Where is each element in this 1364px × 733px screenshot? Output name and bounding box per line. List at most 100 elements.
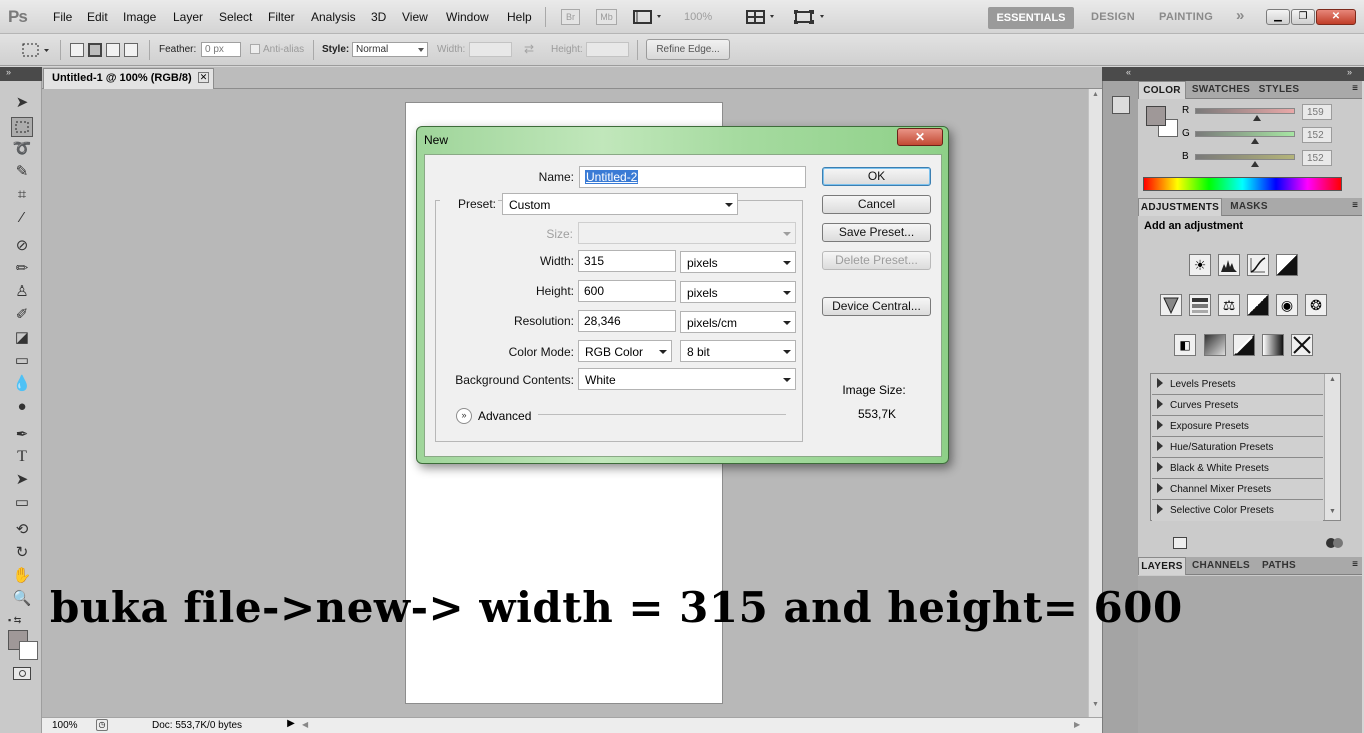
- foreground-color-chip[interactable]: [1146, 106, 1166, 126]
- channel-mixer-icon[interactable]: ❂: [1305, 294, 1327, 316]
- height-input[interactable]: 600: [578, 280, 676, 302]
- curves-icon[interactable]: [1247, 254, 1269, 276]
- size-select[interactable]: [578, 222, 796, 244]
- clone-stamp-tool-icon[interactable]: ♙: [11, 282, 33, 302]
- channel-b-value[interactable]: 152: [1302, 150, 1332, 166]
- photo-filter-icon[interactable]: ◉: [1276, 294, 1298, 316]
- background-contents-select[interactable]: White: [578, 368, 796, 390]
- width-unit-select[interactable]: pixels: [680, 251, 796, 273]
- name-input[interactable]: Untitled-2: [579, 166, 806, 188]
- history-panel-icon[interactable]: [1112, 96, 1130, 114]
- scroll-down-icon[interactable]: ▼: [1092, 701, 1099, 708]
- rectangle-tool-icon[interactable]: ▭: [11, 493, 33, 513]
- tab-styles[interactable]: STYLES: [1256, 81, 1302, 99]
- pen-tool-icon[interactable]: ✒: [11, 425, 33, 445]
- crop-tool-icon[interactable]: ⌗: [11, 185, 33, 205]
- tab-color[interactable]: COLOR: [1138, 81, 1186, 99]
- channel-g-slider[interactable]: [1195, 131, 1295, 137]
- collapse-icon[interactable]: »: [1347, 67, 1352, 77]
- posterize-icon[interactable]: [1204, 334, 1226, 356]
- panel-menu-icon[interactable]: ≡: [1352, 83, 1358, 94]
- color-spectrum-ramp[interactable]: [1143, 177, 1342, 191]
- screen-mode-dropdown[interactable]: [794, 10, 828, 24]
- blur-tool-icon[interactable]: 💧: [11, 374, 33, 394]
- collapse-icon[interactable]: »: [6, 67, 11, 77]
- eyedropper-tool-icon[interactable]: ⁄: [11, 208, 33, 228]
- menu-layer[interactable]: Layer: [173, 10, 203, 24]
- path-selection-tool-icon[interactable]: ➤: [11, 470, 33, 490]
- bridge-button[interactable]: Br: [561, 9, 580, 25]
- preset-curves[interactable]: Curves Presets: [1152, 395, 1323, 416]
- scroll-down-icon[interactable]: ▼: [1329, 508, 1336, 515]
- invert-icon[interactable]: ◧: [1174, 334, 1196, 356]
- lasso-tool-icon[interactable]: ➰: [11, 139, 33, 159]
- channel-r-thumb[interactable]: [1253, 115, 1261, 121]
- scroll-right-icon[interactable]: ▶: [1074, 720, 1080, 729]
- minimize-button[interactable]: ▁: [1266, 9, 1290, 25]
- menu-view[interactable]: View: [402, 10, 428, 24]
- advanced-label[interactable]: Advanced: [478, 409, 531, 423]
- menu-3d[interactable]: 3D: [371, 10, 386, 24]
- width-input[interactable]: 315: [578, 250, 676, 272]
- default-colors-icon[interactable]: ▪ ⇆: [8, 615, 34, 627]
- menu-help[interactable]: Help: [507, 10, 532, 24]
- swap-dimensions-icon[interactable]: ⇄: [524, 42, 534, 56]
- 3d-orbit-tool-icon[interactable]: ↻: [11, 543, 33, 563]
- gradient-map-icon[interactable]: [1262, 334, 1284, 356]
- save-preset-button[interactable]: Save Preset...: [822, 223, 931, 242]
- color-mode-select[interactable]: RGB Color: [578, 340, 672, 362]
- dodge-tool-icon[interactable]: ●: [11, 397, 33, 417]
- advanced-toggle-icon[interactable]: »: [456, 408, 472, 424]
- workspace-more-chevron[interactable]: »: [1236, 7, 1245, 24]
- expand-icon[interactable]: «: [1126, 67, 1131, 77]
- exposure-icon[interactable]: [1276, 254, 1298, 276]
- intersect-selection-icon[interactable]: [124, 43, 138, 57]
- ok-button[interactable]: OK: [822, 167, 931, 186]
- preset-select[interactable]: Custom: [502, 193, 738, 215]
- vibrance-icon[interactable]: [1160, 294, 1182, 316]
- quick-selection-tool-icon[interactable]: ✎: [11, 162, 33, 182]
- menu-image[interactable]: Image: [123, 10, 156, 24]
- zoom-tool-icon[interactable]: 🔍: [11, 589, 33, 609]
- tab-layers[interactable]: LAYERS: [1138, 557, 1186, 575]
- feather-input[interactable]: 0 px: [201, 42, 241, 57]
- preset-hue-saturation[interactable]: Hue/Saturation Presets: [1152, 437, 1323, 458]
- panel-menu-icon[interactable]: ≡: [1352, 200, 1358, 211]
- preset-levels[interactable]: Levels Presets: [1152, 374, 1323, 395]
- tab-channels[interactable]: CHANNELS: [1188, 557, 1254, 575]
- workspace-painting[interactable]: PAINTING: [1159, 11, 1213, 23]
- scroll-left-icon[interactable]: ◀: [302, 720, 308, 729]
- restore-button[interactable]: ❐: [1291, 9, 1315, 25]
- workspace-essentials[interactable]: ESSENTIALS: [988, 7, 1074, 29]
- menu-file[interactable]: File: [53, 10, 72, 24]
- 3d-rotate-tool-icon[interactable]: ⟲: [11, 520, 33, 540]
- scroll-up-icon[interactable]: ▲: [1329, 376, 1336, 383]
- preset-selective-color[interactable]: Selective Color Presets: [1152, 500, 1323, 521]
- status-info-icon[interactable]: ◷: [96, 719, 108, 731]
- mini-bridge-button[interactable]: Mb: [596, 9, 617, 25]
- style-select[interactable]: Normal: [352, 42, 428, 57]
- rectangular-marquee-tool-icon[interactable]: [11, 117, 33, 137]
- arrange-documents-dropdown[interactable]: [746, 10, 778, 24]
- background-color-swatch[interactable]: [19, 641, 38, 660]
- menu-filter[interactable]: Filter: [268, 10, 295, 24]
- tab-swatches[interactable]: SWATCHES: [1188, 81, 1254, 99]
- brush-tool-icon[interactable]: ✏: [11, 259, 33, 279]
- scroll-up-icon[interactable]: ▲: [1092, 91, 1099, 98]
- dialog-close-button[interactable]: ✕: [897, 128, 943, 146]
- menu-edit[interactable]: Edit: [87, 10, 108, 24]
- type-tool-icon[interactable]: T: [11, 447, 33, 467]
- history-brush-tool-icon[interactable]: ✐: [11, 305, 33, 325]
- channel-b-thumb[interactable]: [1251, 161, 1259, 167]
- black-white-icon[interactable]: [1247, 294, 1269, 316]
- preset-exposure[interactable]: Exposure Presets: [1152, 416, 1323, 437]
- channel-b-slider[interactable]: [1195, 154, 1295, 160]
- zoom-level[interactable]: 100%: [684, 11, 712, 23]
- healing-brush-tool-icon[interactable]: ⊘: [11, 236, 33, 256]
- channel-r-slider[interactable]: [1195, 108, 1295, 114]
- menu-window[interactable]: Window: [446, 10, 489, 24]
- tab-adjustments[interactable]: ADJUSTMENTS: [1138, 198, 1222, 216]
- quick-mask-icon[interactable]: [13, 667, 31, 680]
- clip-to-layer-icon[interactable]: [1326, 537, 1344, 549]
- workspace-design[interactable]: DESIGN: [1091, 11, 1135, 23]
